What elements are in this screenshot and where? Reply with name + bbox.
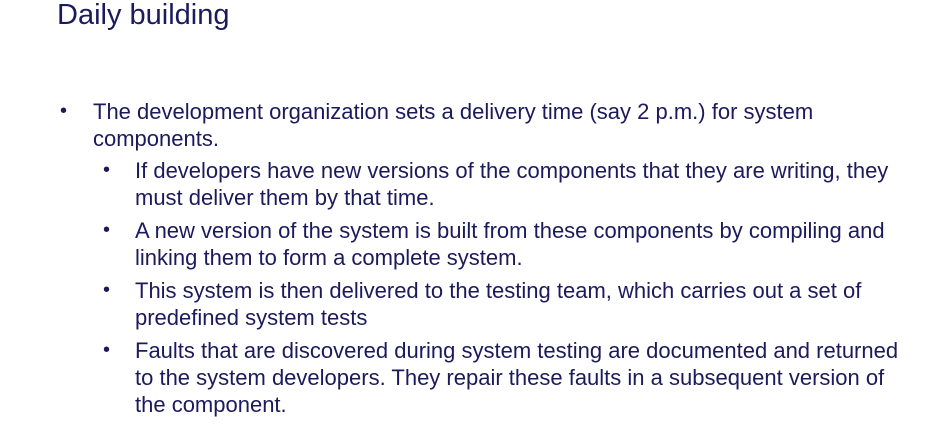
bullet-item: • The development organization sets a de… [0,98,950,418]
sub-bullet-text: This system is then delivered to the tes… [135,278,862,330]
sub-bullet-dot-icon: • [103,279,111,301]
sub-bullet-text: A new version of the system is built fro… [135,218,885,270]
sub-bullet-dot-icon: • [103,159,111,181]
bullet-text: The development organization sets a deli… [93,99,814,151]
sub-bullet-item: • If developers have new versions of the… [93,157,910,211]
sub-bullet-list: • If developers have new versions of the… [93,157,910,418]
sub-bullet-item: • This system is then delivered to the t… [93,277,910,331]
sub-bullet-dot-icon: • [103,219,111,241]
bullet-dot-icon: • [60,100,68,122]
sub-bullet-text: If developers have new versions of the c… [135,158,889,210]
sub-bullet-dot-icon: • [103,339,111,361]
sub-bullet-item: • A new version of the system is built f… [93,217,910,271]
slide-title: Daily building [57,0,230,31]
sub-bullet-item: • Faults that are discovered during syst… [93,337,910,418]
bullet-list: • The development organization sets a de… [0,98,950,424]
sub-bullet-text: Faults that are discovered during system… [135,338,899,417]
